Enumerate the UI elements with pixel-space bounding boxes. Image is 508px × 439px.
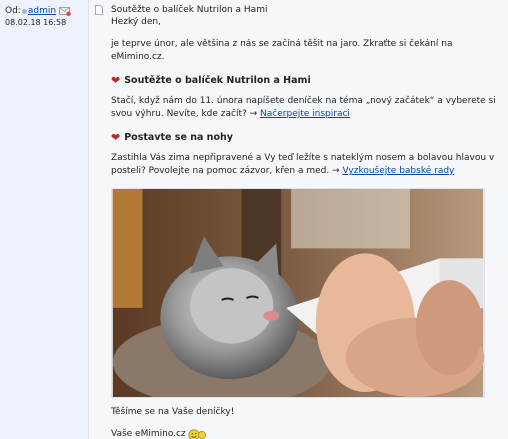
section-text-contest: Stačí, když nám do 11. února napíšete de… bbox=[111, 95, 500, 121]
mail-icon[interactable] bbox=[59, 6, 71, 16]
post-author-panel: Od: admin 08.02.18 16:58 bbox=[0, 0, 88, 439]
from-label: Od: bbox=[5, 6, 21, 16]
signature-text: Vaše eMimino.cz bbox=[111, 429, 186, 439]
section-heading-health: ❤ Postavte se na nohy bbox=[111, 131, 500, 144]
kitten-bottle-photo: uuu bbox=[111, 188, 485, 398]
section-heading-contest: ❤ Soutěžte o balíček Nutrilon a Hami bbox=[111, 74, 500, 87]
section-heading-text: Soutěžte o balíček Nutrilon a Hami bbox=[124, 75, 311, 86]
remedies-link[interactable]: Vyzkoušejte babské rady bbox=[342, 166, 454, 176]
author-link[interactable]: admin bbox=[28, 6, 56, 16]
message-subject: Soutěžte o balíček Nutrilon a Hami bbox=[111, 5, 268, 15]
intro-text: je teprve únor, ale většina z nás se zač… bbox=[111, 39, 453, 62]
author-row: Od: admin bbox=[5, 6, 88, 16]
inspiration-link[interactable]: Načerpejte inspiraci bbox=[260, 109, 350, 119]
document-icon bbox=[95, 5, 103, 15]
subject-row: Soutěžte o balíček Nutrilon a Hami bbox=[95, 5, 508, 15]
post-date: 08.02.18 16:58 bbox=[5, 18, 67, 27]
closing-text: Těšíme se na Vaše deníčky! bbox=[111, 407, 235, 417]
greeting-text: Hezký den, bbox=[111, 17, 161, 27]
smiley-icon bbox=[188, 428, 206, 439]
heart-icon: ❤ bbox=[111, 73, 121, 87]
online-status-icon bbox=[21, 8, 27, 14]
message-panel: Soutěžte o balíček Nutrilon a Hami Hezký… bbox=[88, 0, 508, 439]
heart-icon: ❤ bbox=[111, 130, 121, 144]
section-heading-text: Postavte se na nohy bbox=[124, 132, 233, 143]
message-body: Hezký den, je teprve únor, ale většina z… bbox=[95, 16, 508, 439]
section-text-health: Zastihla Vás zima nepřipravené a Vy teď … bbox=[111, 152, 500, 178]
signature-row: Vaše eMimino.cz bbox=[111, 428, 500, 439]
